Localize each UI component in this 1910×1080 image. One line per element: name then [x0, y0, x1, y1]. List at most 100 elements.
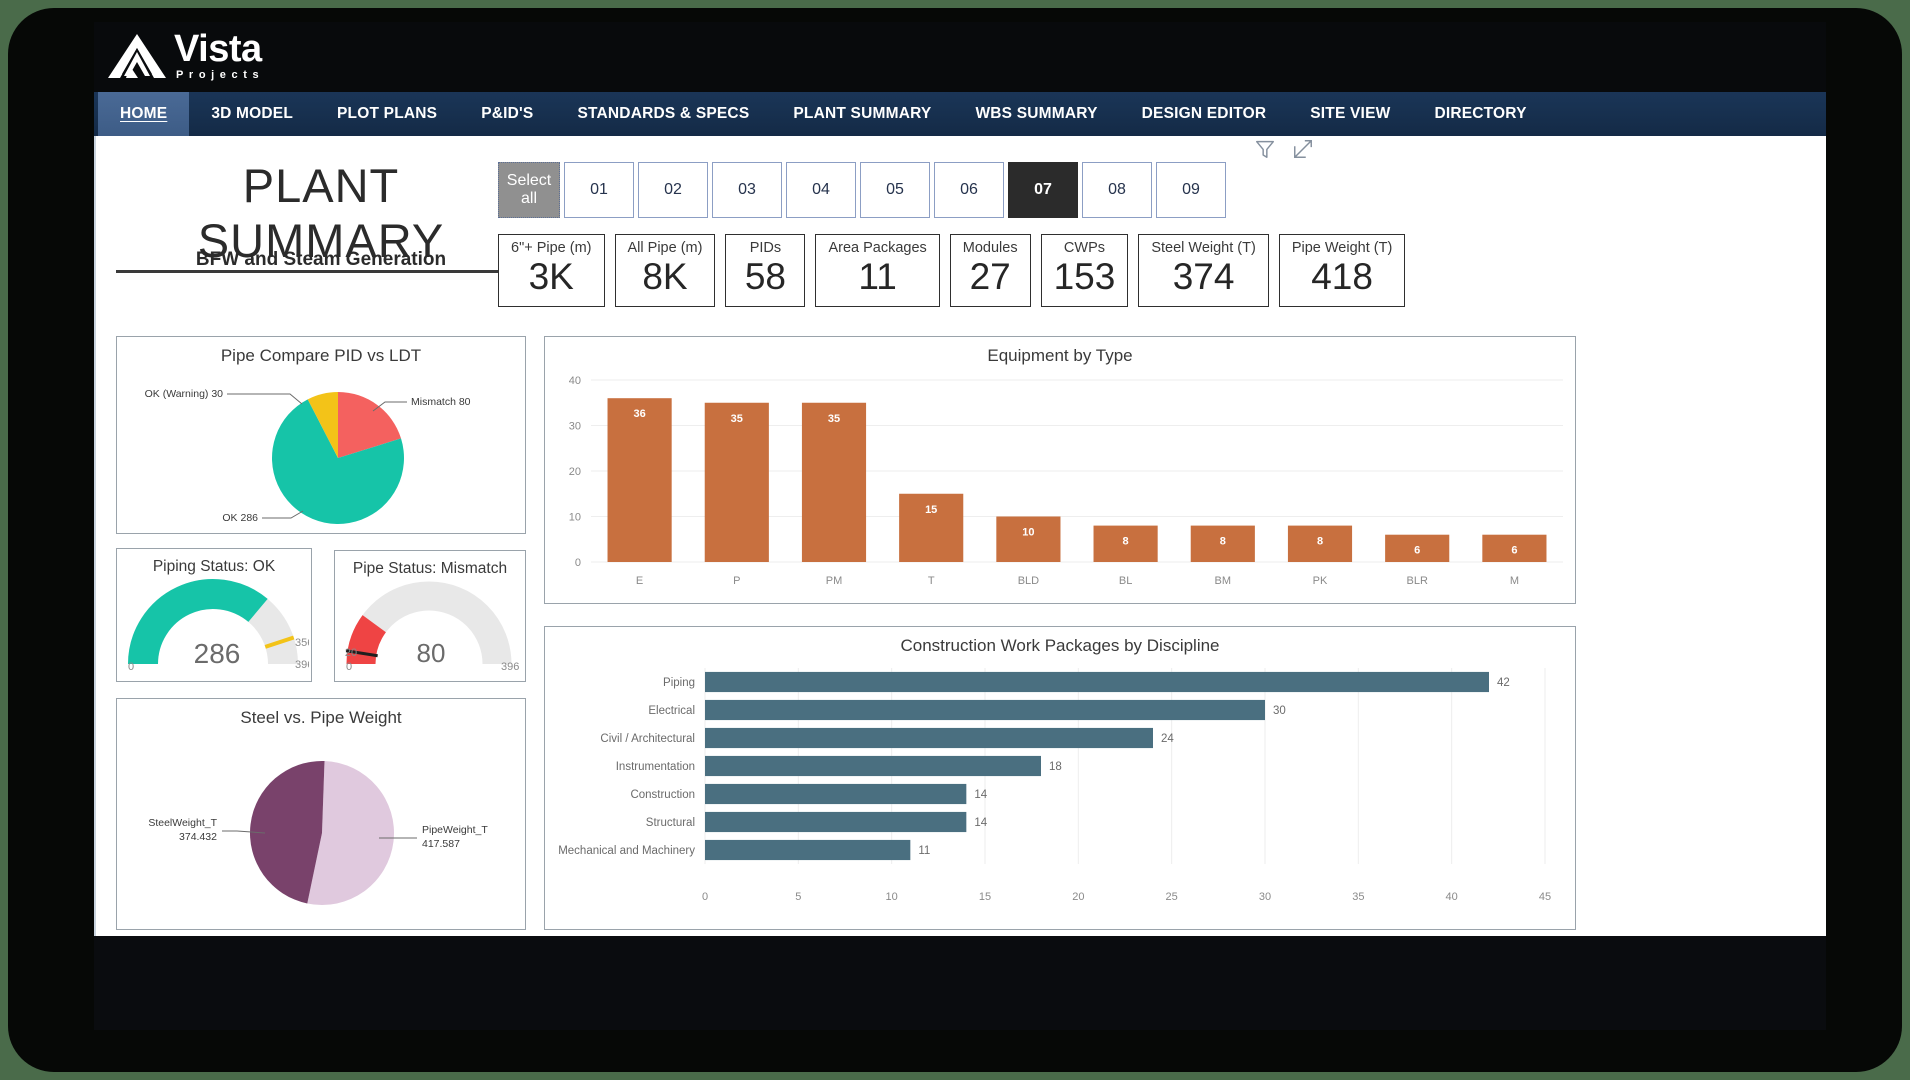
chart-panel-piping-status-ok[interactable]: Piping Status: OK 0 356 396 286	[116, 548, 312, 682]
bar	[705, 756, 1041, 776]
leader-line	[262, 511, 303, 518]
x-axis-tick: 15	[979, 891, 991, 903]
slicer-option-03[interactable]: 03	[712, 162, 782, 218]
slicer-option-01[interactable]: 01	[564, 162, 634, 218]
slicer-option-05[interactable]: 05	[860, 162, 930, 218]
device-frame: Vista Projects HOME 3D MODEL PLOT PLANS …	[8, 8, 1902, 1072]
kpi-card-pipe-weight[interactable]: Pipe Weight (T) 418	[1279, 234, 1405, 307]
slicer-label: 08	[1108, 181, 1126, 199]
x-axis-category-label: E	[636, 575, 643, 587]
slicer-option-06[interactable]: 06	[934, 162, 1004, 218]
slicer-option-09[interactable]: 09	[1156, 162, 1226, 218]
x-axis-category-label: M	[1510, 575, 1519, 587]
nav-label: PLANT SUMMARY	[793, 105, 931, 123]
chart-panel-equipment-by-type[interactable]: Equipment by Type 01020304036E35P35PM15T…	[544, 336, 1576, 604]
nav-item-wbs-summary[interactable]: WBS SUMMARY	[953, 92, 1119, 136]
gauge-piping-status-ok: 0 356 396 286	[117, 576, 309, 676]
bar	[705, 784, 966, 804]
slicer-label: 05	[886, 181, 904, 199]
kpi-value: 3K	[529, 258, 574, 297]
bar-value-label: 8	[1123, 536, 1129, 548]
kpi-card-6in-pipe[interactable]: 6"+ Pipe (m) 3K	[498, 234, 605, 307]
kpi-value: 8K	[642, 258, 687, 297]
chart-panel-cwp-by-discipline[interactable]: Construction Work Packages by Discipline…	[544, 626, 1576, 930]
x-axis-category-label: BLD	[1018, 575, 1039, 587]
gauge-target-label: 356	[295, 637, 309, 649]
kpi-value: 374	[1173, 258, 1235, 297]
nav-item-site-view[interactable]: SITE VIEW	[1288, 92, 1412, 136]
chart-panel-pipe-compare[interactable]: Pipe Compare PID vs LDT OK (Warning) 30 …	[116, 336, 526, 534]
nav-item-plot-plans[interactable]: PLOT PLANS	[315, 92, 459, 136]
y-axis-category-label: Construction	[630, 789, 695, 801]
mountain-logo-icon	[106, 32, 168, 80]
pie-slice-label-steel: SteelWeight_T	[148, 817, 217, 829]
nav-item-directory[interactable]: DIRECTORY	[1412, 92, 1548, 136]
x-axis-category-label: BM	[1215, 575, 1232, 587]
slicer-label: 03	[738, 181, 756, 199]
bar	[608, 398, 672, 562]
nav-item-standards-specs[interactable]: STANDARDS & SPECS	[555, 92, 771, 136]
x-axis-tick: 45	[1539, 891, 1551, 903]
focus-mode-icon[interactable]	[1292, 138, 1314, 160]
bar	[705, 403, 769, 562]
pie-chart-steel-vs-pipe: SteelWeight_T 374.432 PipeWeight_T 417.5…	[117, 728, 523, 928]
y-axis-tick: 40	[569, 375, 581, 387]
kpi-label: 6"+ Pipe (m)	[511, 240, 592, 256]
kpi-card-all-pipe[interactable]: All Pipe (m) 8K	[615, 234, 716, 307]
slicer-option-02[interactable]: 02	[638, 162, 708, 218]
bar-value-label: 14	[974, 789, 987, 801]
kpi-card-area-packages[interactable]: Area Packages 11	[815, 234, 939, 307]
nav-item-design-editor[interactable]: DESIGN EDITOR	[1120, 92, 1289, 136]
chart-panel-steel-vs-pipe-weight[interactable]: Steel vs. Pipe Weight SteelWeight_T 374.…	[116, 698, 526, 930]
visual-toolbar	[1254, 138, 1314, 160]
kpi-card-pids[interactable]: PIDs 58	[725, 234, 805, 307]
slicer-option-04[interactable]: 04	[786, 162, 856, 218]
bar-value-label: 35	[828, 413, 840, 425]
bar-value-label: 15	[925, 504, 937, 516]
slicer-select-all[interactable]: Select all	[498, 162, 560, 218]
bar-value-label: 8	[1317, 536, 1323, 548]
nav-item-pids[interactable]: P&ID'S	[459, 92, 555, 136]
kpi-card-steel-weight[interactable]: Steel Weight (T) 374	[1138, 234, 1269, 307]
y-axis-category-label: Instrumentation	[616, 761, 695, 773]
page-subtitle: BFW and Steam Generation	[116, 249, 526, 271]
slicer-label: 02	[664, 181, 682, 199]
y-axis-category-label: Piping	[663, 677, 695, 689]
kpi-label: Area Packages	[828, 240, 926, 256]
nav-label: SITE VIEW	[1310, 105, 1390, 123]
left-divider	[94, 136, 96, 936]
chart-panel-pipe-status-mismatch[interactable]: Pipe Status: Mismatch 20 0 396 80	[334, 550, 526, 682]
kpi-card-cwps[interactable]: CWPs 153	[1041, 234, 1129, 307]
y-axis-category-label: Mechanical and Machinery	[558, 845, 695, 857]
kpi-value: 27	[970, 258, 1011, 297]
gauge-value: 80	[417, 638, 446, 668]
kpi-card-modules[interactable]: Modules 27	[950, 234, 1031, 307]
gauge-value-arc	[361, 624, 374, 664]
gauge-min-label: 0	[346, 661, 352, 673]
kpi-label: All Pipe (m)	[628, 240, 703, 256]
bar-value-label: 8	[1220, 536, 1226, 548]
slicer-label: 06	[960, 181, 978, 199]
nav-label: HOME	[120, 105, 167, 123]
slicer-option-07[interactable]: 07	[1008, 162, 1078, 218]
nav-item-home[interactable]: HOME	[98, 92, 189, 136]
slicer-label: 04	[812, 181, 830, 199]
bar	[705, 700, 1265, 720]
brand-logo[interactable]: Vista Projects	[106, 30, 264, 81]
report-canvas: PLANT SUMMARY BFW and Steam Generation S…	[94, 136, 1826, 936]
x-axis-category-label: BLR	[1406, 575, 1427, 587]
pie-slice-label-ok: OK 286	[222, 512, 258, 524]
brand-name: Vista	[174, 30, 264, 68]
kpi-label: CWPs	[1064, 240, 1105, 256]
kpi-value: 153	[1054, 258, 1116, 297]
x-axis-tick: 20	[1072, 891, 1084, 903]
x-axis-tick: 25	[1166, 891, 1178, 903]
bar-value-label: 30	[1273, 705, 1286, 717]
nav-item-plant-summary[interactable]: PLANT SUMMARY	[771, 92, 953, 136]
nav-item-3d-model[interactable]: 3D MODEL	[189, 92, 315, 136]
filter-funnel-icon[interactable]	[1254, 138, 1276, 160]
bar-value-label: 10	[1022, 527, 1034, 539]
main-navigation: HOME 3D MODEL PLOT PLANS P&ID'S STANDARD…	[94, 92, 1826, 136]
slicer-option-08[interactable]: 08	[1082, 162, 1152, 218]
kpi-label: Steel Weight (T)	[1151, 240, 1256, 256]
